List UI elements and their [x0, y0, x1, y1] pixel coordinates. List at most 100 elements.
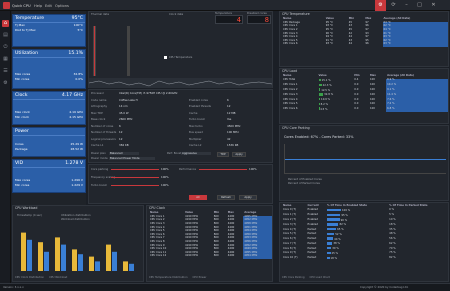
- menu-options[interactable]: Options: [55, 4, 69, 8]
- thermal-graph-panel: Thermal data Clock data Temperature Disa…: [88, 11, 273, 88]
- table-row[interactable]: CPU Core 12 4190 MHz 800 4490 4054 MHz: [149, 255, 272, 259]
- table-cell: 4.5 %: [318, 107, 354, 112]
- table-row[interactable]: CPU Core 6 4.5 % 0.0 100 6.8 %: [282, 107, 448, 112]
- menu-help[interactable]: Help: [34, 4, 42, 8]
- parking-summary: Cores Enabled: 67% - Cores Parked: 33%: [284, 135, 354, 139]
- cell-text: 4.5 %: [320, 107, 328, 111]
- settings-icon[interactable]: ⚙: [2, 80, 9, 87]
- workload-bar: [129, 263, 134, 271]
- cell-bar: [318, 88, 321, 91]
- grid-icon[interactable]: ▦: [2, 56, 9, 63]
- tab-temp-dist[interactable]: CPU Temperature Distribution: [149, 276, 187, 279]
- util-max-value: 32.8%: [73, 71, 83, 76]
- info-value: Coffee Lake H: [119, 97, 138, 102]
- tab-load-chart[interactable]: CPU Load Chart: [310, 276, 330, 279]
- apply-plan-button[interactable]: Apply: [232, 152, 246, 157]
- power-icon[interactable]: ⏻: [2, 44, 9, 51]
- freq-scaling-slider[interactable]: [111, 177, 159, 178]
- info-label: Cache L2: [189, 143, 202, 147]
- cpu-temp-checkbox[interactable]: [164, 56, 167, 59]
- table-cell: 44: [348, 42, 353, 46]
- table-cell: 6.8 %: [386, 107, 448, 112]
- info-value: 1536 KB: [227, 143, 239, 147]
- boost-label: Perf. Boost: [167, 151, 182, 155]
- workload-bar: [95, 261, 100, 271]
- power-card: Power Cores 25.29 W Package 28.52 W: [12, 127, 86, 157]
- list-icon[interactable]: ☰: [2, 68, 9, 75]
- clock-max-label: Max clock: [15, 109, 30, 114]
- table-row[interactable]: CPU Core 6 93 °C 44 96 63 °C: [282, 43, 448, 47]
- ac-mode-button[interactable]: AC: [189, 195, 207, 200]
- table-cell: 4054 MHz: [243, 255, 272, 259]
- cpu-clock-panel: CPU Clock Name Value Min Max Average CPU Core…: [146, 205, 273, 282]
- turbo-boost-label: Turbo boost: [91, 183, 107, 187]
- cell-bar: [318, 102, 320, 106]
- clock-value: 4.17 GHz: [61, 93, 83, 98]
- table-row[interactable]: Core 10 (T) Parked 18 % 82 %: [282, 256, 448, 261]
- nav-bar: ⌂ ▤ ⏻ ▦ ☰ ⚙: [0, 11, 11, 291]
- dist-tjmax-value: 5°C: [77, 27, 83, 32]
- tab-core-parking[interactable]: CPU Core Parking: [282, 276, 305, 279]
- core-parking-title: CPU Core Parking: [282, 126, 310, 130]
- info-label: Logical processors: [91, 136, 116, 141]
- tab-clock-dist[interactable]: CPU Clock Distribution: [15, 276, 44, 279]
- workload-bar: [44, 251, 49, 271]
- home-icon[interactable]: ⌂: [2, 20, 9, 27]
- workload-bar: [61, 244, 66, 271]
- table-cell: 82 %: [389, 256, 396, 260]
- cpu-temperature-table: Name Value Min Max Average (All Data) CPU Pac…: [282, 17, 448, 47]
- power-mode-select[interactable]: Balanced Power Mode: [109, 156, 155, 161]
- boost-select[interactable]: Aggressive: [181, 151, 211, 156]
- cell-text: 25 %: [331, 251, 339, 255]
- maximize-icon[interactable]: □: [414, 0, 425, 11]
- info-label: Turbo boost: [189, 117, 205, 121]
- table-cell: CPU Core 12: [150, 254, 167, 258]
- core-parking-slider[interactable]: [111, 169, 159, 170]
- table-cell: CPU Core 6: [283, 107, 298, 111]
- apply-button[interactable]: Apply: [239, 195, 257, 200]
- turbo-boost-slider[interactable]: [111, 185, 159, 186]
- info-label: Lithography: [91, 104, 108, 108]
- table-cell: 93 °C: [325, 42, 333, 46]
- table-cell: 4190 MHz: [184, 254, 198, 258]
- temperature-label: Temperature: [15, 16, 45, 21]
- minimize-icon[interactable]: –: [401, 0, 412, 11]
- chart-icon[interactable]: ▤: [2, 32, 9, 39]
- info-value: 12: [119, 130, 123, 134]
- cpu-load-table: Name Value Min Max Average (All Data) CPU Tot…: [282, 74, 448, 112]
- cpu-temp-check-label: CPU Temperature: [169, 55, 193, 59]
- table-cell: 63 °C: [382, 43, 448, 47]
- table-cell: 18 %: [326, 256, 388, 261]
- cell-bar: [318, 97, 321, 101]
- info-value: 100 MHz: [227, 130, 239, 134]
- tab-power[interactable]: CPU Power: [192, 276, 206, 279]
- menu-edit[interactable]: Edit: [45, 4, 52, 8]
- info-value: 12 MB: [227, 110, 236, 115]
- performance-slider[interactable]: [199, 169, 247, 170]
- info-label: Max turbo: [189, 123, 203, 128]
- close-icon[interactable]: ✕: [428, 0, 439, 11]
- core-tabs: CPU Core Parking CPU Load Chart: [282, 276, 335, 282]
- info-value: 384 KB: [119, 143, 129, 147]
- tdp-button[interactable]: TDP: [217, 152, 229, 157]
- power-plan-select[interactable]: Balanced: [109, 151, 139, 156]
- cell-bar: [318, 93, 324, 96]
- util-max-label: Max cores: [15, 71, 31, 76]
- power-plan-label: Power plan: [91, 151, 106, 155]
- tab-workload[interactable]: CPU Workload: [49, 276, 67, 279]
- cell-text: 30 %: [332, 247, 339, 251]
- app-icon-red[interactable]: ⚙: [375, 0, 386, 11]
- cell-bar: [327, 227, 337, 231]
- info-label: Enabled cores: [189, 97, 208, 102]
- title-bar: Quick CPU Help Edit Options ⚙ ⟳ – □ ✕: [0, 0, 450, 11]
- cpu-workload-panel: CPU Workload Timestamp (4 sec) Utilizati…: [12, 205, 144, 282]
- refresh-button[interactable]: Refresh: [217, 195, 235, 200]
- core-state-table: Name Current% Of Time In Enabled State% O…: [282, 204, 448, 261]
- power-cores-value: 25.29 W: [70, 141, 83, 146]
- vid-value: 1.278 V: [65, 161, 83, 166]
- utilization-card: Utilization 15.1% Max cores 32.8% Min core…: [12, 49, 86, 89]
- refresh-icon[interactable]: ⟳: [388, 0, 399, 11]
- cell-bar: [327, 213, 341, 217]
- clock-scale[interactable]: [127, 26, 130, 76]
- history-graph: [88, 78, 273, 88]
